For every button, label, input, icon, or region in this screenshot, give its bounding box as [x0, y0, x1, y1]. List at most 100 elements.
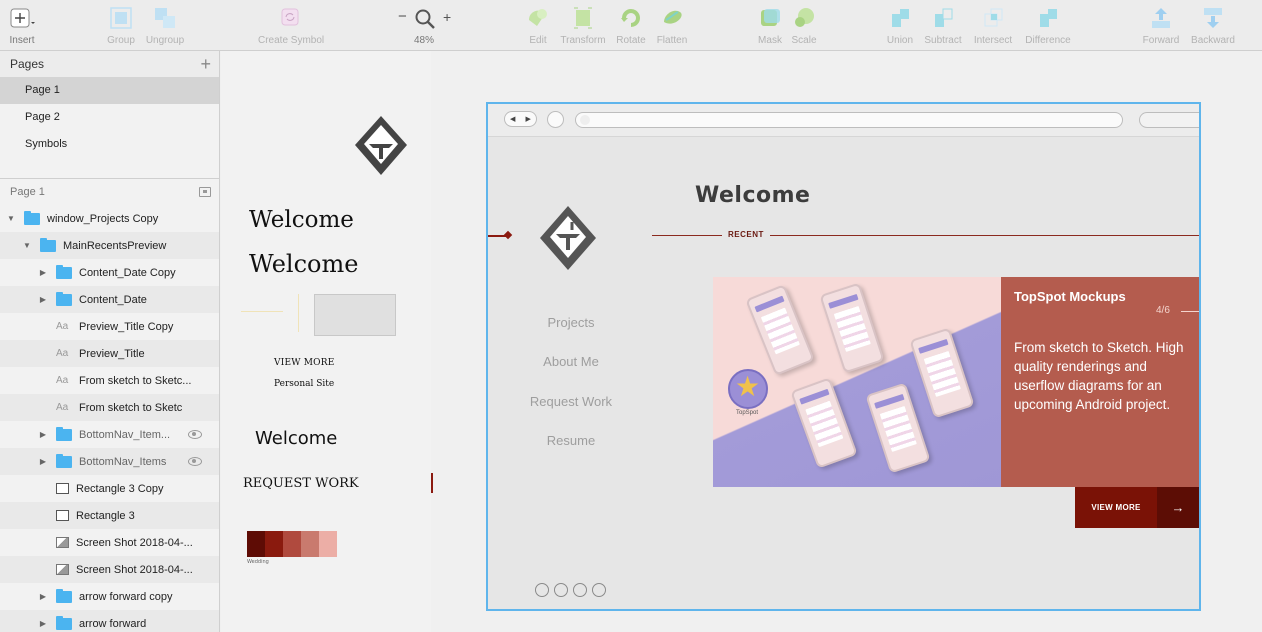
layer-label: BottomNav_Item... — [79, 428, 171, 441]
insert-button[interactable]: Insert — [0, 6, 54, 46]
text-layer-icon: Aa — [56, 320, 69, 332]
layer-row[interactable]: ▼ window_Projects Copy — [0, 205, 219, 232]
url-bar[interactable] — [575, 112, 1123, 128]
counter-line — [1181, 311, 1199, 312]
reload-button[interactable] — [547, 111, 564, 128]
backward-button[interactable]: Backward — [1181, 6, 1245, 46]
personal-site-sample: Personal Site — [274, 379, 335, 389]
pages-list: Page 1 Page 2 Symbols — [0, 77, 219, 179]
zoom-in-button[interactable]: + — [443, 9, 451, 25]
text-layer-icon: Aa — [56, 401, 69, 413]
ungroup-button[interactable]: Ungroup — [133, 6, 197, 46]
color-swatch[interactable] — [301, 531, 319, 557]
color-palette — [247, 531, 337, 557]
arrow-forward-icon[interactable]: → — [1157, 487, 1199, 528]
layer-label: Screen Shot 2018-04-... — [76, 563, 193, 576]
create-symbol-button[interactable]: Create Symbol — [258, 6, 324, 46]
pagination-dot[interactable] — [554, 583, 568, 597]
folder-icon — [56, 291, 72, 306]
layer-row[interactable]: Aa Preview_Title — [0, 340, 219, 367]
layer-row[interactable]: Screen Shot 2018-04-... — [0, 529, 219, 556]
layer-row[interactable]: Rectangle 3 — [0, 502, 219, 529]
scale-label: Scale — [791, 35, 817, 46]
layer-label: Content_Date Copy — [79, 266, 176, 279]
badge-label: TopSpot — [736, 410, 759, 416]
pagination-dot[interactable] — [592, 583, 606, 597]
layer-row[interactable]: ▶ Content_Date Copy — [0, 259, 219, 286]
window-artboard[interactable]: ◀ ▶ Welcome RECENT Projects About Me Req… — [486, 102, 1201, 611]
layer-label: Rectangle 3 — [76, 509, 135, 522]
layer-row[interactable]: Aa From sketch to Sketc... — [0, 367, 219, 394]
page-item-page-1[interactable]: Page 1 — [0, 77, 219, 104]
zoom-level: 48% — [414, 35, 435, 46]
forward-icon[interactable]: ▶ — [526, 115, 531, 123]
disclosure-triangle-icon[interactable]: ▶ — [38, 295, 48, 304]
disclosure-triangle-icon[interactable]: ▶ — [38, 457, 48, 466]
phone-mockup — [909, 327, 975, 419]
color-swatch[interactable] — [247, 531, 265, 557]
disclosure-triangle-icon[interactable]: ▼ — [22, 241, 32, 250]
add-page-icon[interactable]: + — [200, 55, 211, 73]
logo-icon — [353, 113, 413, 184]
difference-icon — [1016, 6, 1080, 30]
phone-mockup — [745, 284, 815, 376]
nav-link-request-work[interactable]: Request Work — [501, 394, 641, 409]
scale-button[interactable]: Scale — [772, 6, 836, 46]
pages-title: Pages — [10, 57, 45, 71]
nav-link-resume[interactable]: Resume — [501, 433, 641, 448]
visibility-eye-icon[interactable] — [188, 457, 202, 466]
layer-row[interactable]: Aa From sketch to Sketc — [0, 394, 219, 421]
project-preview-image[interactable]: TopSpot — [713, 277, 1001, 487]
color-swatch[interactable] — [319, 531, 337, 557]
insert-label: Insert — [9, 35, 35, 46]
layer-row[interactable]: Screen Shot 2018-04-... — [0, 556, 219, 583]
folder-icon — [40, 237, 56, 252]
color-swatch[interactable] — [265, 531, 283, 557]
layer-row[interactable]: ▶ arrow forward — [0, 610, 219, 632]
pagination-dot[interactable] — [535, 583, 549, 597]
nav-buttons[interactable]: ◀ ▶ — [504, 111, 537, 127]
style-artboard[interactable]: Welcome Welcome VIEW MORE Personal Site … — [221, 51, 433, 632]
folder-icon — [56, 588, 72, 603]
layer-row[interactable]: ▼ MainRecentsPreview — [0, 232, 219, 259]
color-swatch[interactable] — [283, 531, 301, 557]
export-icon[interactable] — [199, 187, 211, 197]
canvas[interactable]: Welcome Welcome VIEW MORE Personal Site … — [221, 51, 1262, 632]
placeholder-rectangle[interactable] — [314, 294, 396, 336]
visibility-eye-icon[interactable] — [188, 430, 202, 439]
zoom-out-button[interactable]: − — [398, 8, 407, 25]
disclosure-triangle-icon[interactable]: ▼ — [6, 214, 16, 223]
disclosure-triangle-icon[interactable]: ▶ — [38, 592, 48, 601]
layer-row[interactable]: Aa Preview_Title Copy — [0, 313, 219, 340]
layer-row[interactable]: ▶ BottomNav_Item... — [0, 421, 219, 448]
image-icon — [56, 564, 69, 575]
disclosure-triangle-icon[interactable]: ▶ — [38, 430, 48, 439]
flatten-button[interactable]: Flatten — [640, 6, 704, 46]
layer-label: arrow forward — [79, 617, 147, 630]
layer-row[interactable]: Rectangle 3 Copy — [0, 475, 219, 502]
layers-header: Page 1 — [0, 179, 219, 205]
scale-icon — [772, 6, 836, 30]
disclosure-triangle-icon[interactable]: ▶ — [38, 268, 48, 277]
nav-link-about-me[interactable]: About Me — [501, 354, 641, 369]
project-card: TopSpot Mockups 4/6 From sketch to Sketc… — [1001, 277, 1199, 487]
arrow-indicator — [488, 235, 508, 237]
layer-label: Content_Date — [79, 293, 147, 306]
disclosure-triangle-icon[interactable]: ▶ — [38, 619, 48, 628]
view-more-button[interactable]: VIEW MORE — [1075, 487, 1157, 528]
pagination-dot[interactable] — [573, 583, 587, 597]
page-item-page-2[interactable]: Page 2 — [0, 104, 219, 131]
zoom-icon — [414, 8, 436, 35]
flatten-label: Flatten — [656, 35, 688, 46]
text-layer-icon: Aa — [56, 374, 69, 386]
search-bar[interactable] — [1139, 112, 1199, 128]
nav-link-projects[interactable]: Projects — [501, 315, 641, 330]
layer-row[interactable]: ▶ Content_Date — [0, 286, 219, 313]
back-icon[interactable]: ◀ — [510, 115, 515, 123]
layer-row[interactable]: ▶ BottomNav_Items — [0, 448, 219, 475]
difference-button[interactable]: Difference — [1016, 6, 1080, 46]
page-item-symbols[interactable]: Symbols — [0, 131, 219, 158]
layer-label: window_Projects Copy — [47, 212, 159, 225]
layer-row[interactable]: ▶ arrow forward copy — [0, 583, 219, 610]
layer-label: MainRecentsPreview — [63, 239, 167, 252]
